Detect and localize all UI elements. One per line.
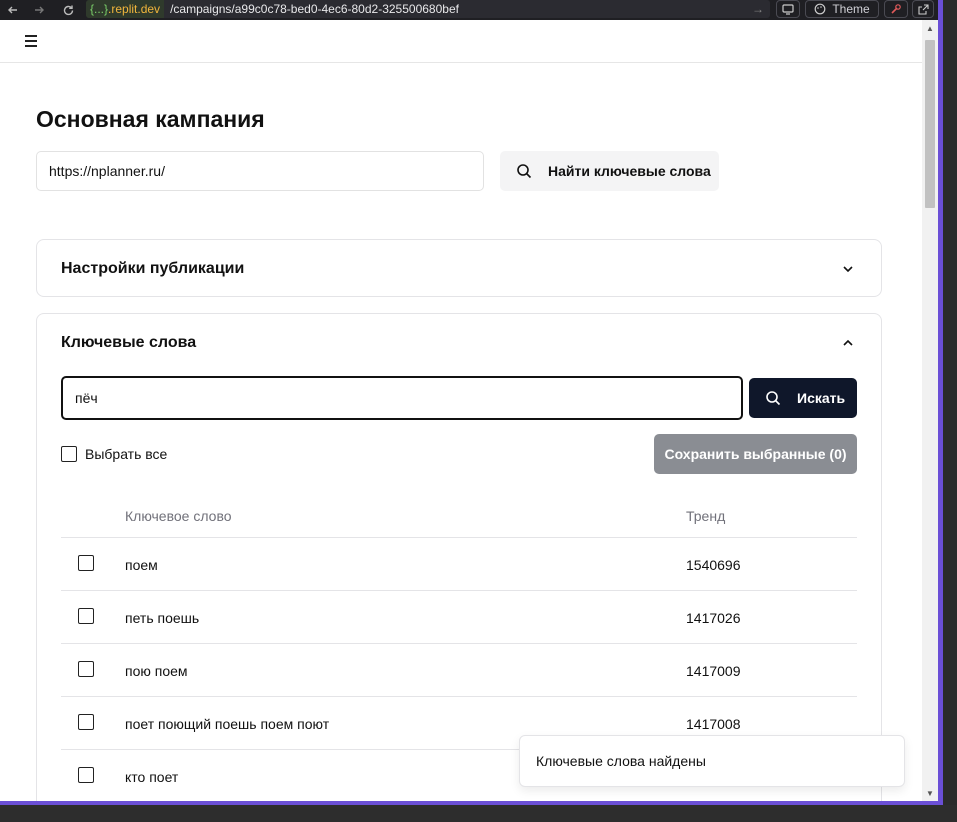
select-all-checkbox[interactable] [61, 446, 77, 462]
select-all[interactable]: Выбрать все [61, 446, 167, 462]
chevron-down-icon[interactable] [841, 262, 855, 276]
column-header-trend[interactable]: Тренд [686, 508, 725, 524]
scroll-up-arrow-icon[interactable]: ▲ [922, 24, 938, 34]
publication-settings-title: Настройки публикации [61, 260, 245, 277]
table-row[interactable]: пою поем 1417009 [61, 644, 857, 697]
theme-label: Theme [832, 2, 870, 16]
top-navigation [0, 20, 922, 63]
search-icon [766, 391, 781, 406]
domain-suffix: .replit.dev [108, 2, 161, 16]
trend-cell: 1417008 [686, 716, 741, 732]
wrench-icon [891, 4, 901, 14]
devices-button[interactable] [776, 0, 800, 18]
keyword-cell: пою поем [125, 663, 188, 679]
toast-notification[interactable]: Ключевые слова найдены [519, 735, 905, 787]
window-border-right [938, 0, 943, 805]
search-button[interactable]: Искать [749, 378, 857, 418]
tools-button[interactable] [884, 0, 908, 18]
keyword-cell: поем [125, 557, 158, 573]
theme-button[interactable]: Theme [805, 0, 879, 18]
search-icon [517, 164, 532, 179]
keyword-cell: кто поет [125, 769, 179, 785]
forward-icon[interactable] [28, 0, 50, 20]
page-title: Основная кампания [36, 106, 265, 132]
row-checkbox[interactable] [78, 714, 94, 730]
row-checkbox[interactable] [78, 555, 94, 571]
search-button-label: Искать [797, 390, 846, 406]
keyword-cell: петь поешь [125, 610, 200, 626]
domain-prefix: {...} [90, 2, 109, 16]
reload-icon[interactable] [57, 0, 79, 20]
row-checkbox[interactable] [78, 767, 94, 783]
page-viewport: Основная кампания https://nplanner.ru/ Н… [0, 20, 922, 801]
desktop-background [0, 805, 957, 822]
scroll-down-arrow-icon[interactable]: ▼ [922, 789, 938, 799]
keyword-search-input[interactable]: пёч [61, 376, 743, 420]
publication-settings-card[interactable]: Настройки публикации [36, 239, 882, 297]
select-all-label: Выбрать все [85, 446, 168, 462]
domain-tag: {...} .replit.dev [86, 0, 165, 18]
go-arrow-icon[interactable]: → [752, 2, 764, 16]
browser-toolbar: {...} .replit.dev /campaigns/a99c0c78-bed… [0, 0, 938, 20]
vertical-scrollbar[interactable]: ▲ ▼ [922, 20, 938, 801]
external-link-icon [917, 3, 929, 15]
trend-cell: 1417009 [686, 663, 741, 679]
keyword-cell: поет поющий поешь поем поют [125, 716, 330, 732]
site-url-input[interactable]: https://nplanner.ru/ [36, 151, 484, 191]
trend-cell: 1540696 [686, 557, 741, 573]
row-checkbox[interactable] [78, 661, 94, 677]
table-row[interactable]: петь поешь 1417026 [61, 591, 857, 644]
table-header: Ключевое слово Тренд [61, 494, 857, 538]
trend-cell: 1417026 [686, 610, 741, 626]
back-icon[interactable] [2, 0, 24, 20]
hamburger-menu-icon[interactable] [25, 35, 39, 47]
url-path: /campaigns/a99c0c78-bed0-4ec6-80d2-32550… [170, 2, 459, 16]
address-bar[interactable]: {...} .replit.dev /campaigns/a99c0c78-bed… [86, 0, 770, 18]
scrollbar-thumb[interactable] [925, 40, 935, 208]
browser-window: {...} .replit.dev /campaigns/a99c0c78-bed… [0, 0, 957, 822]
find-keywords-button[interactable]: Найти ключевые слова [500, 151, 719, 191]
chevron-up-icon[interactable] [841, 336, 855, 350]
toast-message: Ключевые слова найдены [536, 753, 706, 769]
open-external-button[interactable] [912, 0, 934, 18]
monitor-icon [782, 3, 794, 15]
keywords-title: Ключевые слова [61, 334, 197, 351]
find-keywords-label: Найти ключевые слова [548, 163, 711, 179]
table-row[interactable]: поем 1540696 [61, 538, 857, 591]
keywords-card: Ключевые слова пёч Искать Выбрать все Со… [36, 313, 882, 801]
palette-icon [814, 3, 826, 15]
column-header-keyword[interactable]: Ключевое слово [125, 508, 232, 524]
save-selected-button[interactable]: Сохранить выбранные (0) [654, 434, 857, 474]
row-checkbox[interactable] [78, 608, 94, 624]
